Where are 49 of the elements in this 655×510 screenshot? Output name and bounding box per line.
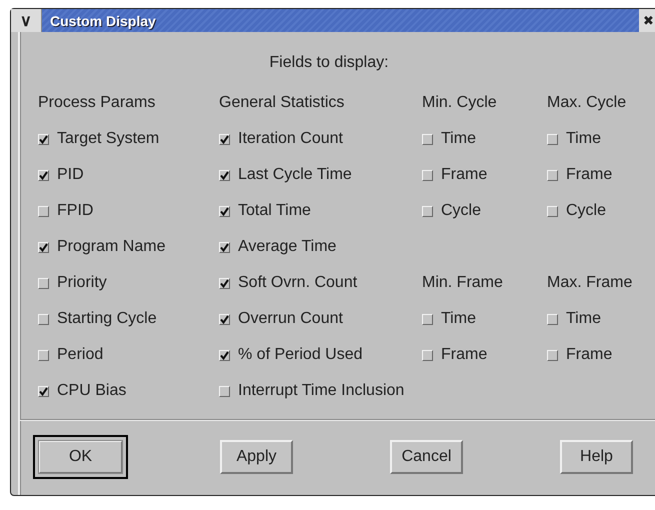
checkbox-label[interactable]: Frame: [422, 346, 488, 364]
checkbox[interactable]: [38, 134, 49, 144]
checkbox-label[interactable]: Overrun Count: [219, 310, 343, 328]
checkbox-label[interactable]: Priority: [38, 274, 107, 292]
window-title: Custom Display: [42, 9, 639, 32]
checkbox-label[interactable]: Cycle: [422, 202, 482, 220]
checkbox[interactable]: [219, 206, 230, 216]
checkbox-label[interactable]: Frame: [547, 346, 612, 364]
column-heading: Max. Cycle: [547, 94, 626, 112]
checkbox-label[interactable]: Time: [422, 130, 476, 148]
checkbox[interactable]: [219, 314, 230, 324]
checkbox[interactable]: [38, 386, 49, 396]
column-heading: Min. Frame: [422, 274, 503, 292]
checkbox-label[interactable]: Frame: [547, 166, 612, 184]
checkbox-label[interactable]: Average Time: [219, 238, 336, 256]
checkbox[interactable]: [38, 242, 49, 252]
checkbox-label[interactable]: PID: [38, 166, 84, 184]
checkbox-label[interactable]: Period: [38, 346, 104, 364]
checkbox-label[interactable]: Starting Cycle: [38, 310, 157, 328]
dialog-button[interactable]: Help: [560, 440, 633, 474]
checkbox-label[interactable]: FPID: [38, 202, 94, 220]
checkbox-label[interactable]: CPU Bias: [38, 382, 126, 400]
checkbox[interactable]: [219, 242, 230, 252]
checkbox[interactable]: [38, 170, 49, 180]
checkbox-label[interactable]: Interrupt Time Inclusion: [219, 382, 404, 400]
section-title: Fields to display:: [268, 54, 390, 73]
checkbox-label[interactable]: % of Period Used: [219, 346, 363, 364]
dialog-button[interactable]: OK: [38, 440, 123, 474]
checkbox-label[interactable]: Total Time: [219, 202, 311, 220]
checkbox[interactable]: [219, 350, 230, 360]
column-heading: Min. Cycle: [422, 94, 497, 112]
checkbox-label[interactable]: Soft Ovrn. Count: [219, 274, 358, 292]
checkbox-label[interactable]: Iteration Count: [219, 130, 343, 148]
checkbox-label[interactable]: Last Cycle Time: [219, 166, 352, 184]
dialog-button[interactable]: Cancel: [390, 440, 463, 474]
dialog-button[interactable]: Apply: [220, 440, 293, 474]
checkbox-label[interactable]: Frame: [422, 166, 488, 184]
checkbox[interactable]: [219, 278, 230, 288]
column-heading: General Statistics: [219, 94, 344, 112]
checkbox-label[interactable]: Program Name: [38, 238, 166, 256]
checkbox[interactable]: [219, 134, 230, 144]
checkbox-label[interactable]: Time: [422, 310, 476, 328]
checkbox-label[interactable]: Time: [547, 130, 601, 148]
checkbox-label[interactable]: Target System: [38, 130, 160, 148]
checkbox-label[interactable]: Time: [547, 310, 601, 328]
column-heading: Max. Frame: [547, 274, 632, 292]
checkbox-label[interactable]: Cycle: [547, 202, 606, 220]
checkbox[interactable]: [219, 170, 230, 180]
column-heading: Process Params: [38, 94, 156, 112]
